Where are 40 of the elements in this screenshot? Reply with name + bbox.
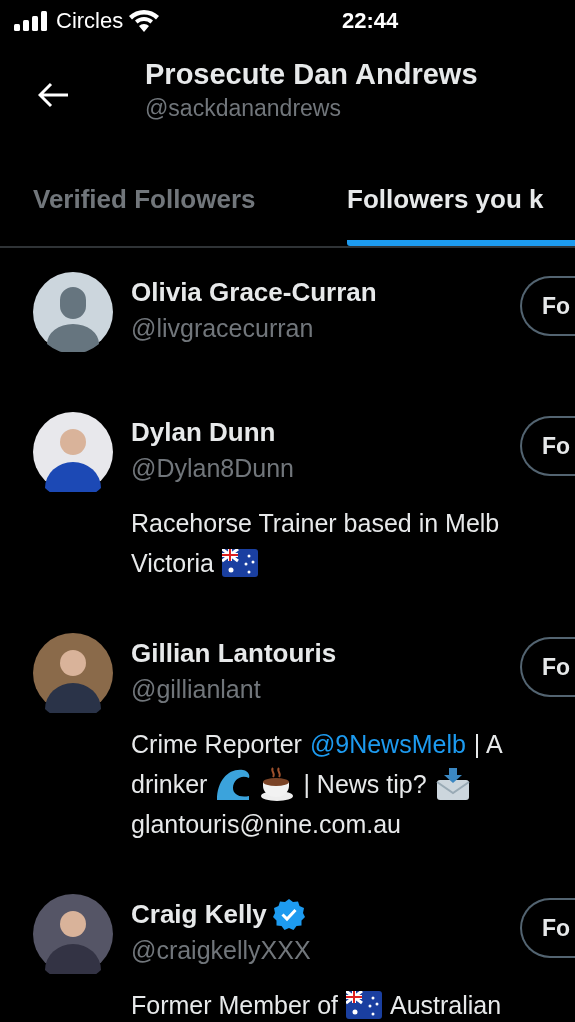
user-name[interactable]: Dylan Dunn (131, 416, 276, 448)
follow-button[interactable]: Fo (520, 416, 575, 476)
envelope-icon (434, 766, 471, 802)
wifi-icon (129, 10, 160, 32)
user-handle[interactable]: @Dylan8Dunn (131, 454, 294, 483)
back-arrow-icon[interactable] (38, 82, 70, 108)
bio-text: Victoria (131, 548, 214, 578)
user-handle[interactable]: @livgracecurran (131, 314, 314, 343)
bio-text: Australian (390, 990, 502, 1020)
user-name[interactable]: Gillian Lantouris (131, 637, 337, 669)
bio-text: | News tip? (303, 769, 427, 799)
follow-button[interactable]: Fo (520, 637, 575, 697)
user-handle[interactable]: @craigkellyXXX (131, 936, 311, 965)
flag-icon (221, 549, 258, 577)
user-handle[interactable]: @gillianlant (131, 675, 261, 704)
avatar[interactable] (33, 412, 113, 492)
bio-text: | A (473, 729, 503, 759)
avatar[interactable] (33, 894, 113, 974)
account-handle: @sackdanandrews (145, 95, 342, 122)
clock-time: 22:44 (342, 8, 399, 34)
bio-text: glantouris@nine.com.au (131, 809, 401, 839)
bio-text: drinker (131, 769, 208, 799)
avatar[interactable] (33, 633, 113, 713)
tab[interactable]: Followers you k (347, 152, 575, 246)
user-name[interactable]: Olivia Grace-Curran (131, 276, 377, 308)
carrier-name: Circles (56, 8, 124, 34)
follow-button[interactable]: Fo (520, 898, 575, 958)
bio-text: Former Member of (131, 990, 338, 1020)
account-title: Prosecute Dan Andrews (145, 58, 478, 91)
coffee-cup-icon (259, 766, 296, 802)
avatar[interactable] (33, 272, 113, 352)
signal-icon (14, 11, 50, 31)
user-name[interactable]: Craig Kelly (131, 898, 267, 930)
bio-text: Crime Reporter (131, 729, 302, 759)
verified-badge-icon (272, 898, 305, 930)
flag-icon (346, 991, 382, 1019)
bio-text: Racehorse Trainer based in Melb (131, 508, 500, 538)
mention-link[interactable]: @9NewsMelb (309, 729, 466, 759)
tab[interactable]: Verified Followers (33, 152, 347, 246)
follow-button[interactable]: Fo (520, 276, 575, 336)
